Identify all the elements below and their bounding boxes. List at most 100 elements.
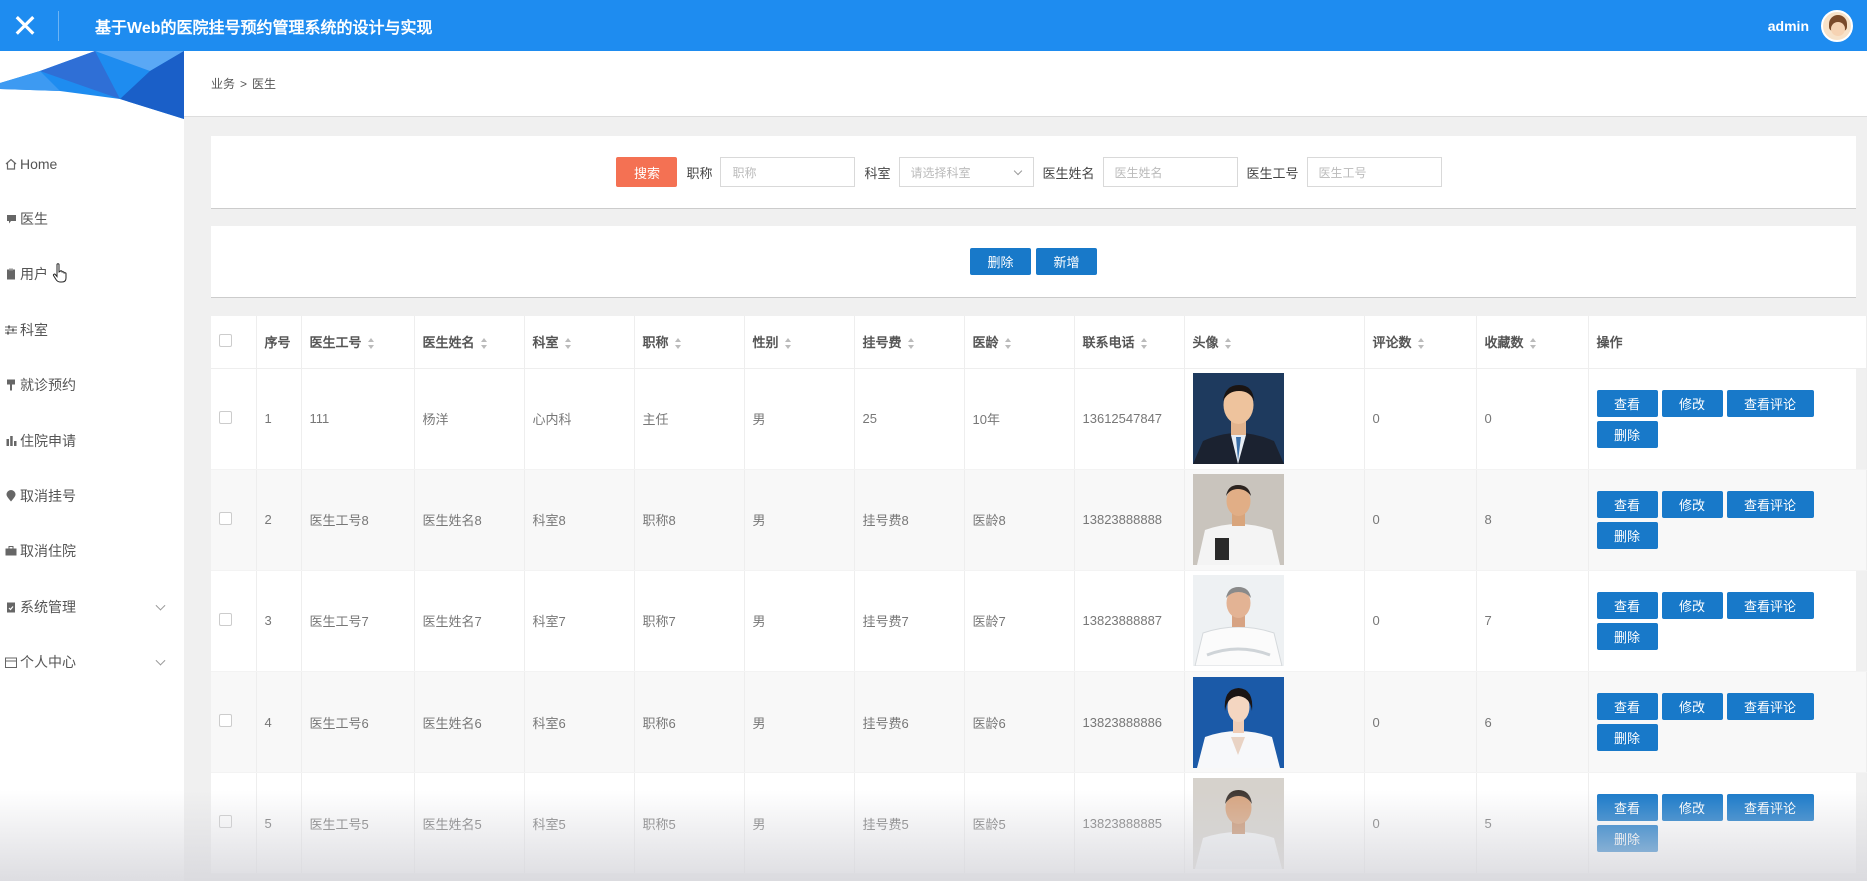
view-comments-button[interactable]: 查看评论 bbox=[1726, 693, 1814, 721]
edit-button[interactable]: 修改 bbox=[1661, 591, 1723, 619]
view-button[interactable]: 查看 bbox=[1596, 693, 1658, 721]
title-input[interactable]: 职称 bbox=[720, 157, 856, 187]
edit-button[interactable]: 修改 bbox=[1661, 490, 1723, 518]
edit-button[interactable]: 修改 bbox=[1661, 794, 1723, 822]
cell-name: 医生姓名7 bbox=[414, 570, 525, 673]
sidebar-item-hospitalization[interactable]: 住院申请 bbox=[0, 413, 184, 468]
sidebar-item-doctor[interactable]: 医生 bbox=[0, 191, 184, 246]
column-header[interactable]: 医龄 bbox=[964, 316, 1075, 369]
cell-gender: 男 bbox=[744, 671, 855, 774]
column-header[interactable]: 医生姓名 bbox=[414, 316, 525, 369]
column-header[interactable]: 联系电话 bbox=[1074, 316, 1185, 369]
table-row[interactable]: 2 医生工号8 医生姓名8 科室8 职称8 男 挂号费8 医龄8 1382388… bbox=[211, 469, 1867, 571]
doctor-name-input[interactable]: 医生姓名 bbox=[1102, 157, 1238, 187]
table-row[interactable]: 3 医生工号7 医生姓名7 科室7 职称7 男 挂号费7 医龄7 1382388… bbox=[211, 570, 1867, 673]
close-icon[interactable]: ✕ bbox=[0, 0, 50, 51]
sort-icon[interactable] bbox=[1140, 338, 1149, 350]
table-row[interactable]: 1 111 杨洋 心内科 主任 男 25 10年 13612547847 0 0… bbox=[211, 368, 1867, 470]
column-header[interactable]: 挂号费 bbox=[854, 316, 965, 369]
sort-icon[interactable] bbox=[674, 338, 683, 350]
doctor-photo[interactable] bbox=[1192, 676, 1284, 768]
cell-gender: 男 bbox=[744, 772, 855, 875]
column-header[interactable]: 医生工号 bbox=[301, 316, 415, 369]
view-comments-button[interactable]: 查看评论 bbox=[1726, 490, 1814, 518]
title-label: 职称 bbox=[686, 165, 713, 181]
sort-icon[interactable] bbox=[564, 338, 573, 350]
view-comments-button[interactable]: 查看评论 bbox=[1726, 794, 1814, 822]
delete-row-button[interactable]: 删除 bbox=[1596, 521, 1658, 549]
delete-row-button[interactable]: 删除 bbox=[1596, 420, 1658, 448]
cell-phone: 13823888888 bbox=[1074, 469, 1185, 571]
sidebar-item-user[interactable]: 用户 bbox=[0, 247, 184, 302]
sort-icon[interactable] bbox=[907, 338, 916, 350]
doctor-id-input[interactable]: 医生工号 bbox=[1306, 157, 1442, 187]
doctor-photo[interactable] bbox=[1192, 575, 1284, 667]
view-button[interactable]: 查看 bbox=[1596, 389, 1658, 417]
cell-name: 杨洋 bbox=[414, 368, 525, 470]
sort-icon[interactable] bbox=[1004, 338, 1013, 350]
table-row[interactable]: 5 医生工号5 医生姓名5 科室5 职称5 男 挂号费5 医龄5 1382388… bbox=[211, 772, 1867, 875]
select-all-checkbox[interactable] bbox=[219, 333, 232, 347]
breadcrumb-separator: > bbox=[240, 76, 248, 91]
column-header[interactable]: 评论数 bbox=[1364, 316, 1477, 369]
row-checkbox[interactable] bbox=[219, 714, 232, 728]
sidebar-item-label: 个人中心 bbox=[20, 654, 76, 671]
view-comments-button[interactable]: 查看评论 bbox=[1726, 389, 1814, 417]
chevron-down-icon[interactable] bbox=[155, 600, 166, 611]
sort-icon[interactable] bbox=[367, 338, 376, 350]
view-comments-button[interactable]: 查看评论 bbox=[1726, 591, 1814, 619]
column-header[interactable]: 科室 bbox=[524, 316, 635, 369]
doctor-photo[interactable] bbox=[1192, 373, 1284, 465]
doctor-photo[interactable] bbox=[1192, 777, 1284, 869]
sidebar-item-cancel-hospitalization[interactable]: 取消住院 bbox=[0, 524, 184, 579]
add-button[interactable]: 新增 bbox=[1036, 248, 1097, 275]
view-button[interactable]: 查看 bbox=[1596, 591, 1658, 619]
username[interactable]: admin bbox=[1768, 18, 1809, 34]
chevron-down-icon[interactable] bbox=[155, 655, 166, 666]
cell-comments: 0 bbox=[1364, 570, 1477, 673]
breadcrumb-parent[interactable]: 业务 bbox=[211, 75, 235, 92]
sidebar-item-appointment[interactable]: 就诊预约 bbox=[0, 358, 184, 413]
cell-dept: 科室7 bbox=[524, 570, 635, 673]
column-header[interactable]: 头像 bbox=[1184, 316, 1365, 369]
user-area[interactable]: admin bbox=[1768, 0, 1853, 51]
row-checkbox[interactable] bbox=[219, 612, 232, 626]
bar-chart-icon bbox=[4, 435, 18, 447]
sidebar-item-system-management[interactable]: 系统管理 bbox=[0, 579, 184, 634]
delete-row-button[interactable]: 删除 bbox=[1596, 825, 1658, 853]
cell-comments: 0 bbox=[1364, 772, 1477, 875]
view-button[interactable]: 查看 bbox=[1596, 490, 1658, 518]
sidebar-item-personal-center[interactable]: 个人中心 bbox=[0, 635, 184, 690]
table-row[interactable]: 4 医生工号6 医生姓名6 科室6 职称6 男 挂号费6 医龄6 1382388… bbox=[211, 671, 1867, 774]
doctor-photo[interactable] bbox=[1192, 474, 1284, 566]
delete-button[interactable]: 删除 bbox=[970, 248, 1031, 275]
chevron-down-icon bbox=[1013, 166, 1022, 176]
avatar[interactable] bbox=[1821, 9, 1853, 42]
delete-row-button[interactable]: 删除 bbox=[1596, 622, 1658, 650]
sort-icon[interactable] bbox=[1417, 338, 1426, 350]
department-select[interactable]: 请选择科室 bbox=[898, 157, 1034, 187]
cell-doctor-id: 医生工号8 bbox=[301, 469, 415, 571]
row-checkbox[interactable] bbox=[219, 511, 232, 525]
column-header[interactable]: 收藏数 bbox=[1476, 316, 1589, 369]
search-button[interactable]: 搜索 bbox=[616, 157, 678, 187]
cell-no: 4 bbox=[256, 671, 302, 774]
sort-icon[interactable] bbox=[1224, 338, 1233, 350]
cell-fee: 25 bbox=[854, 368, 965, 470]
cell-name: 医生姓名6 bbox=[414, 671, 525, 774]
edit-button[interactable]: 修改 bbox=[1661, 693, 1723, 721]
column-header[interactable]: 性别 bbox=[744, 316, 855, 369]
row-checkbox[interactable] bbox=[219, 410, 232, 424]
sort-icon[interactable] bbox=[784, 338, 793, 350]
cell-years: 医龄7 bbox=[964, 570, 1075, 673]
view-button[interactable]: 查看 bbox=[1596, 794, 1658, 822]
row-checkbox[interactable] bbox=[219, 815, 232, 829]
sidebar-item-department[interactable]: 科室 bbox=[0, 302, 184, 357]
delete-row-button[interactable]: 删除 bbox=[1596, 724, 1658, 752]
sidebar-item-home[interactable]: Home bbox=[0, 136, 184, 191]
sort-icon[interactable] bbox=[480, 338, 489, 350]
column-header[interactable]: 职称 bbox=[634, 316, 745, 369]
sidebar-item-cancel-registration[interactable]: 取消挂号 bbox=[0, 468, 184, 523]
sort-icon[interactable] bbox=[1529, 338, 1538, 350]
edit-button[interactable]: 修改 bbox=[1661, 389, 1723, 417]
